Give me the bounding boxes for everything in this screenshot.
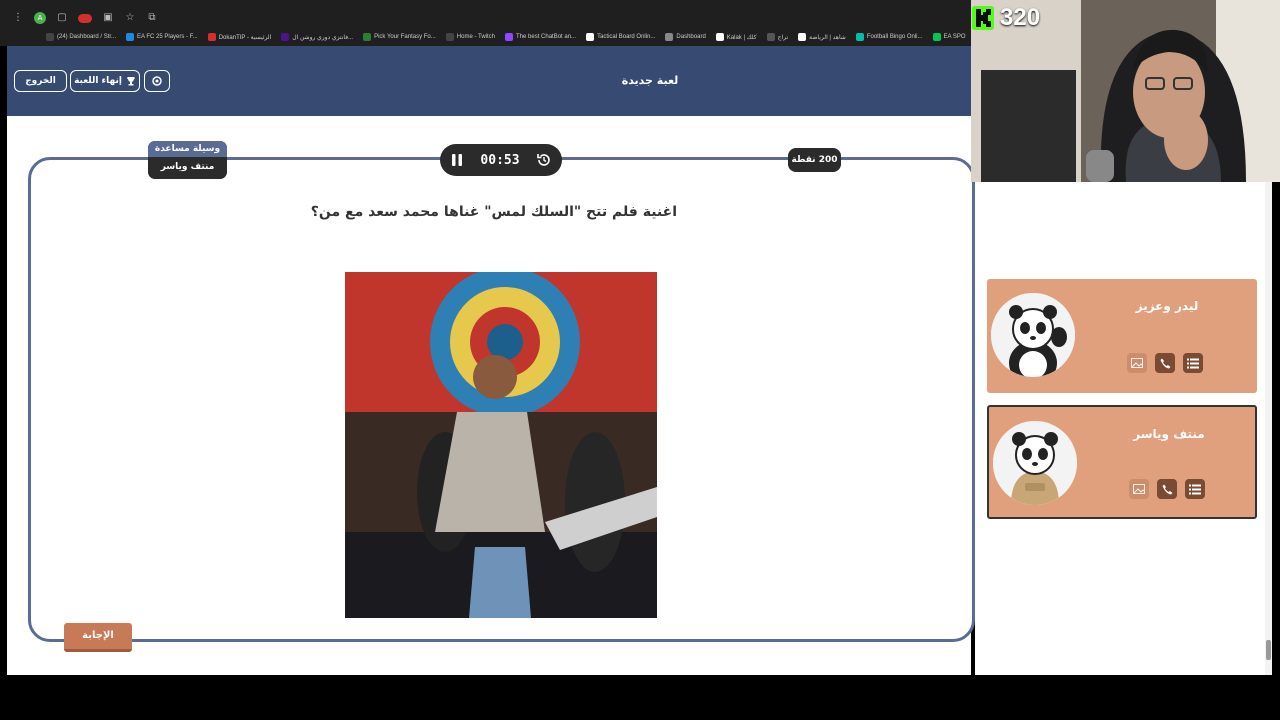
call-tool-button[interactable] xyxy=(1157,479,1177,499)
bookmark-item[interactable]: Pick Your Fantasy Fo... xyxy=(363,33,436,41)
menu-dots-icon[interactable]: ⋮ xyxy=(12,12,24,24)
bookmark-label: Dashboard xyxy=(676,34,706,40)
pause-icon[interactable] xyxy=(450,153,464,167)
bookmark-favicon-icon xyxy=(798,33,807,41)
bookmark-label: Kalak | كلك xyxy=(726,34,757,41)
bookmark-label: Football Bingo Onli... xyxy=(866,34,923,40)
reset-timer-icon[interactable] xyxy=(536,152,552,168)
game-page: الخروج إنهاء اللعبة لعبة جديدة وسيلة مسا… xyxy=(7,46,975,675)
recording-icon[interactable] xyxy=(78,13,92,23)
bookmark-item[interactable]: شاهد | الرياضة xyxy=(798,33,846,41)
game-header: الخروج إنهاء اللعبة لعبة جديدة xyxy=(7,46,971,116)
list-tool-button[interactable] xyxy=(1185,479,1205,499)
exit-label: الخروج xyxy=(25,76,56,86)
help-tool-title: وسيلة مساعدة xyxy=(148,141,227,157)
browser-toolbar: ⋮ A ▢ ▣ ☆ ⧉ xyxy=(0,10,158,26)
tab-search-icon[interactable]: ▣ xyxy=(102,12,114,24)
bookmark-label: Home - Twitch xyxy=(456,34,496,40)
image-icon xyxy=(1133,484,1145,494)
bookmark-label: EA FC 25 Players - F... xyxy=(137,34,198,40)
timer-value: 00:53 xyxy=(480,152,520,168)
bookmark-label: Tactical Board Onlin... xyxy=(597,34,656,40)
bookmark-item[interactable]: (24) Dashboard / Str... xyxy=(46,33,116,41)
call-tool-button[interactable] xyxy=(1155,353,1175,373)
bookmark-label: فانتزي دوري روشن ال... xyxy=(292,34,354,41)
bookmark-item[interactable]: Kalak | كلك xyxy=(715,33,757,41)
bookmarks-bar: (24) Dashboard / Str... EA FC 25 Players … xyxy=(46,31,966,43)
bookmark-label: (24) Dashboard / Str... xyxy=(57,34,117,40)
bookmark-favicon-icon xyxy=(126,33,135,41)
bookmark-favicon-icon xyxy=(445,33,454,41)
bookmark-favicon-icon xyxy=(505,33,514,41)
image-icon xyxy=(1131,358,1143,368)
bookmark-label: EA SPO... xyxy=(943,34,966,40)
bookmark-favicon-icon xyxy=(363,33,372,41)
bookmark-item[interactable]: Tactical Board Onlin... xyxy=(586,33,655,41)
bookmark-favicon-icon xyxy=(46,33,54,41)
kick-score-overlay: 320 xyxy=(972,2,1040,34)
bookmark-item[interactable]: The best ChatBot an... xyxy=(505,33,576,41)
kick-logo-icon xyxy=(972,6,994,30)
bookmark-item[interactable]: DokanTIP - الرئيسية xyxy=(207,33,272,41)
bookmark-label: DokanTIP - الرئيسية xyxy=(218,34,272,41)
bookmark-favicon-icon xyxy=(281,33,290,41)
panda-avatar xyxy=(993,421,1077,505)
phone-icon xyxy=(1160,358,1170,368)
help-tool-badge: وسيلة مساعدة منتف وياسر xyxy=(148,141,227,179)
list-icon xyxy=(1189,484,1201,494)
exit-button[interactable]: الخروج xyxy=(14,70,67,92)
question-text: اغنية فلم تتح "السلك لمس" غناها محمد سعد… xyxy=(310,204,677,220)
profile-avatar-icon[interactable]: A xyxy=(34,12,46,24)
image-tool-button[interactable] xyxy=(1127,353,1147,373)
share-button[interactable] xyxy=(144,70,170,92)
bookmark-item[interactable]: Home - Twitch xyxy=(445,33,496,41)
end-game-button[interactable]: إنهاء اللعبة xyxy=(70,70,140,92)
bookmark-item[interactable]: فانتزي دوري روشن ال... xyxy=(281,33,353,41)
bookmark-favicon-icon xyxy=(715,33,724,41)
page-title: لعبة جديدة xyxy=(621,74,679,87)
help-tool-team: منتف وياسر xyxy=(160,162,215,172)
timer: 00:53 xyxy=(440,144,562,176)
bookmark-label: تراج xyxy=(777,34,789,41)
bookmark-favicon-icon xyxy=(586,33,595,41)
link-icon xyxy=(152,76,162,86)
team-card-active: منتف وياسر xyxy=(987,405,1257,519)
question-image xyxy=(345,272,657,618)
bookmark-star-icon[interactable]: ☆ xyxy=(124,12,136,24)
bookmark-item[interactable]: تراج xyxy=(766,33,789,41)
bookmark-favicon-icon xyxy=(207,33,216,41)
extensions-icon[interactable]: ▢ xyxy=(56,12,68,24)
bookmark-item[interactable]: EA FC 25 Players - F... xyxy=(126,33,198,41)
bookmark-label: شاهد | الرياضة xyxy=(809,34,846,41)
score-value: 320 xyxy=(1000,4,1041,31)
trophy-icon xyxy=(126,77,135,86)
list-tool-button[interactable] xyxy=(1183,353,1203,373)
cast-icon[interactable]: ⧉ xyxy=(146,12,158,24)
browser-chrome: ⋮ A ▢ ▣ ☆ ⧉ (24) Dashboard / Str... EA FC… xyxy=(0,0,971,46)
bookmark-item[interactable]: Football Bingo Onli... xyxy=(855,33,923,41)
bookmark-item[interactable]: Dashboard xyxy=(665,33,706,41)
team-tools xyxy=(1129,479,1205,499)
answer-button[interactable]: الإجابة xyxy=(64,623,132,652)
points-badge: 200 نقطة xyxy=(788,148,841,172)
scrollbar[interactable] xyxy=(1265,182,1272,675)
team-name: ليدر وعزيز xyxy=(1135,299,1199,313)
phone-icon xyxy=(1162,484,1172,494)
bookmark-label: The best ChatBot an... xyxy=(516,34,577,40)
team-card: ليدر وعزيز xyxy=(987,279,1257,393)
bookmark-favicon-icon xyxy=(855,33,864,41)
bookmark-item[interactable]: EA SPO... xyxy=(932,33,966,41)
image-tool-button[interactable] xyxy=(1129,479,1149,499)
team-name: منتف وياسر xyxy=(1133,427,1205,441)
bookmark-favicon-icon xyxy=(932,33,941,41)
bookmark-favicon-icon xyxy=(766,33,775,41)
bookmark-label: Pick Your Fantasy Fo... xyxy=(374,34,436,40)
list-icon xyxy=(1187,358,1199,368)
panda-avatar xyxy=(991,293,1075,377)
team-tools xyxy=(1127,353,1203,373)
end-game-label: إنهاء اللعبة xyxy=(74,76,122,86)
scrollbar-thumb[interactable] xyxy=(1266,640,1271,660)
screen: ⋮ A ▢ ▣ ☆ ⧉ (24) Dashboard / Str... EA FC… xyxy=(0,0,1280,720)
bookmark-favicon-icon xyxy=(665,33,674,41)
